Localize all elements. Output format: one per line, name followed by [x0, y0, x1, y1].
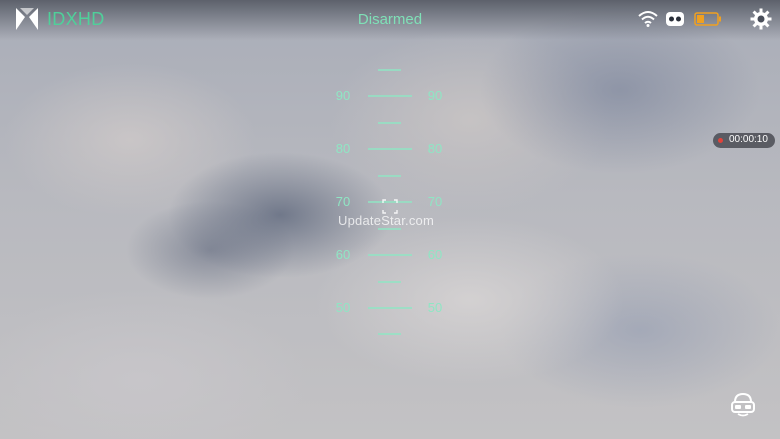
pitch-label-right: 60 — [427, 247, 443, 262]
watermark: UpdateStar.com — [338, 213, 435, 228]
pitch-label-left: 80 — [335, 141, 351, 156]
pitch-label-right: 90 — [427, 88, 443, 103]
recording-time: 00:00:10 — [729, 134, 768, 145]
recording-timer: 00:00:10 — [713, 133, 775, 148]
pitch-label-left: 50 — [335, 300, 351, 315]
record-dot-icon — [718, 138, 723, 143]
pitch-label-right: 50 — [427, 300, 443, 315]
pitch-label-left: 60 — [335, 247, 351, 262]
pitch-label-left: 70 — [335, 194, 351, 209]
pitch-label-right: 70 — [427, 194, 443, 209]
vr-headset-icon[interactable] — [729, 392, 757, 418]
pitch-label-right: 80 — [427, 141, 443, 156]
pitch-label-left: 90 — [335, 88, 351, 103]
